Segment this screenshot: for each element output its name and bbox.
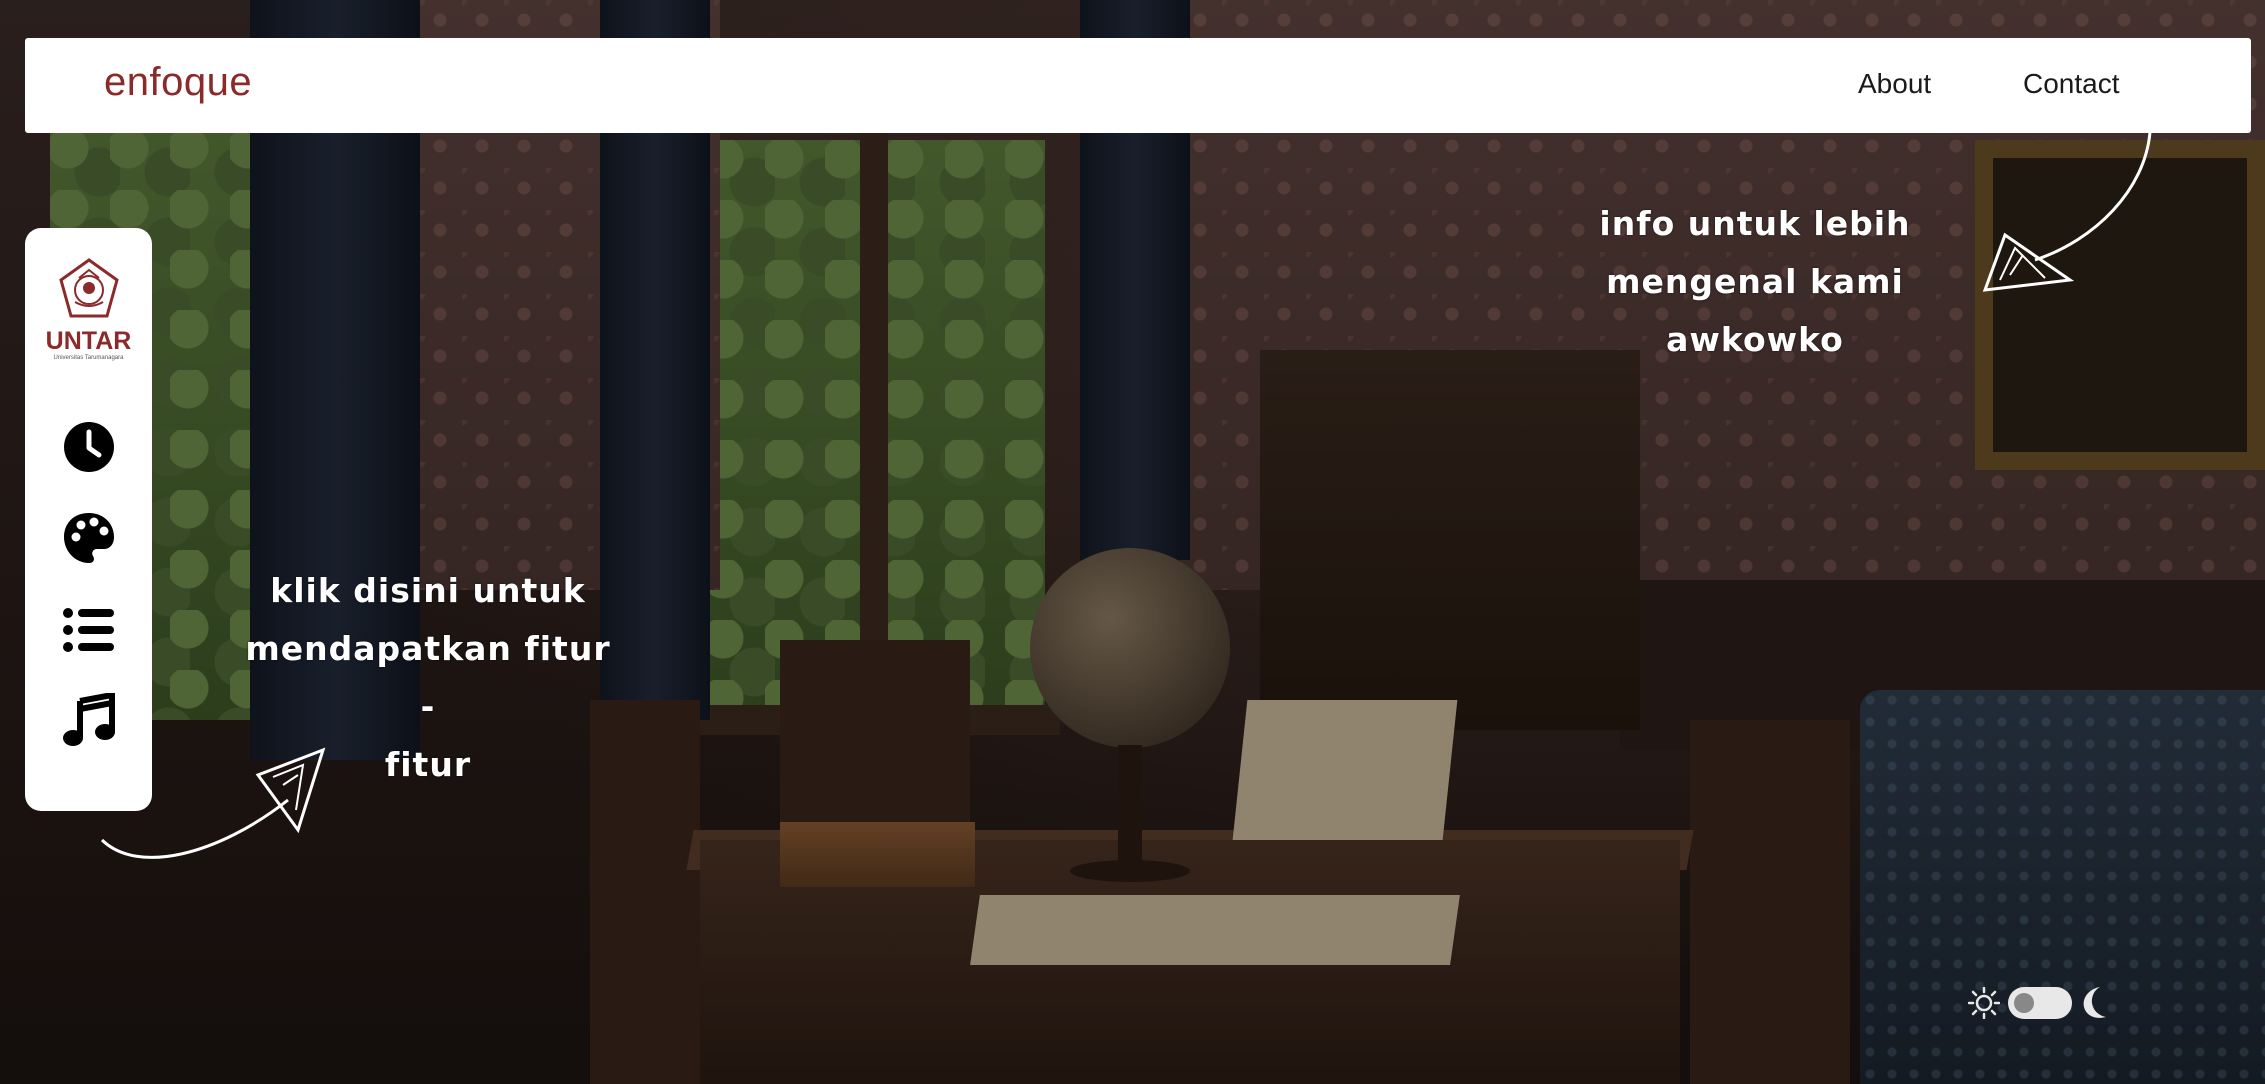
untar-logo: UNTAR Universitas Tarumanagara [41,258,136,368]
nav-link-about[interactable]: About [1858,68,1931,100]
hand-drawn-arrow-icon [1982,131,2152,292]
untar-emblem-icon [58,258,119,318]
moon-icon [2083,987,2106,1018]
palette-icon[interactable] [62,511,116,565]
note-info-line-1: info untuk lebih [1599,204,1911,243]
theme-toggle-switch[interactable] [2008,987,2072,1019]
nav-link-contact[interactable]: Contact [2023,68,2120,100]
note-info-text: info untuk lebih mengenal kami awkowko [1595,195,1915,369]
theme-toggle[interactable] [1968,983,2106,1023]
note-info-line-3: awkowko [1666,320,1844,359]
theme-toggle-knob [2014,993,2034,1013]
hand-drawn-arrow-icon-2 [100,747,326,859]
top-navbar: enfoque About Contact [25,38,2251,133]
note-klik-line-2: mendapatkan fitur - [245,629,611,726]
background-photo [0,0,2265,1084]
sidebar: UNTAR Universitas Tarumanagara [25,228,152,811]
music-note-icon[interactable] [62,693,116,747]
brand-logo-text[interactable]: enfoque [104,60,252,105]
dark-overlay [0,0,2265,1084]
clock-icon[interactable] [62,420,116,474]
list-icon[interactable] [62,603,116,657]
note-klik-line-1: klik disini untuk [270,571,586,610]
logo-title: UNTAR [45,327,132,355]
note-info-line-2: mengenal kami [1606,262,1904,301]
logo-subtitle: Universitas Tarumanagara [53,355,124,361]
sun-icon [1968,987,2000,1019]
